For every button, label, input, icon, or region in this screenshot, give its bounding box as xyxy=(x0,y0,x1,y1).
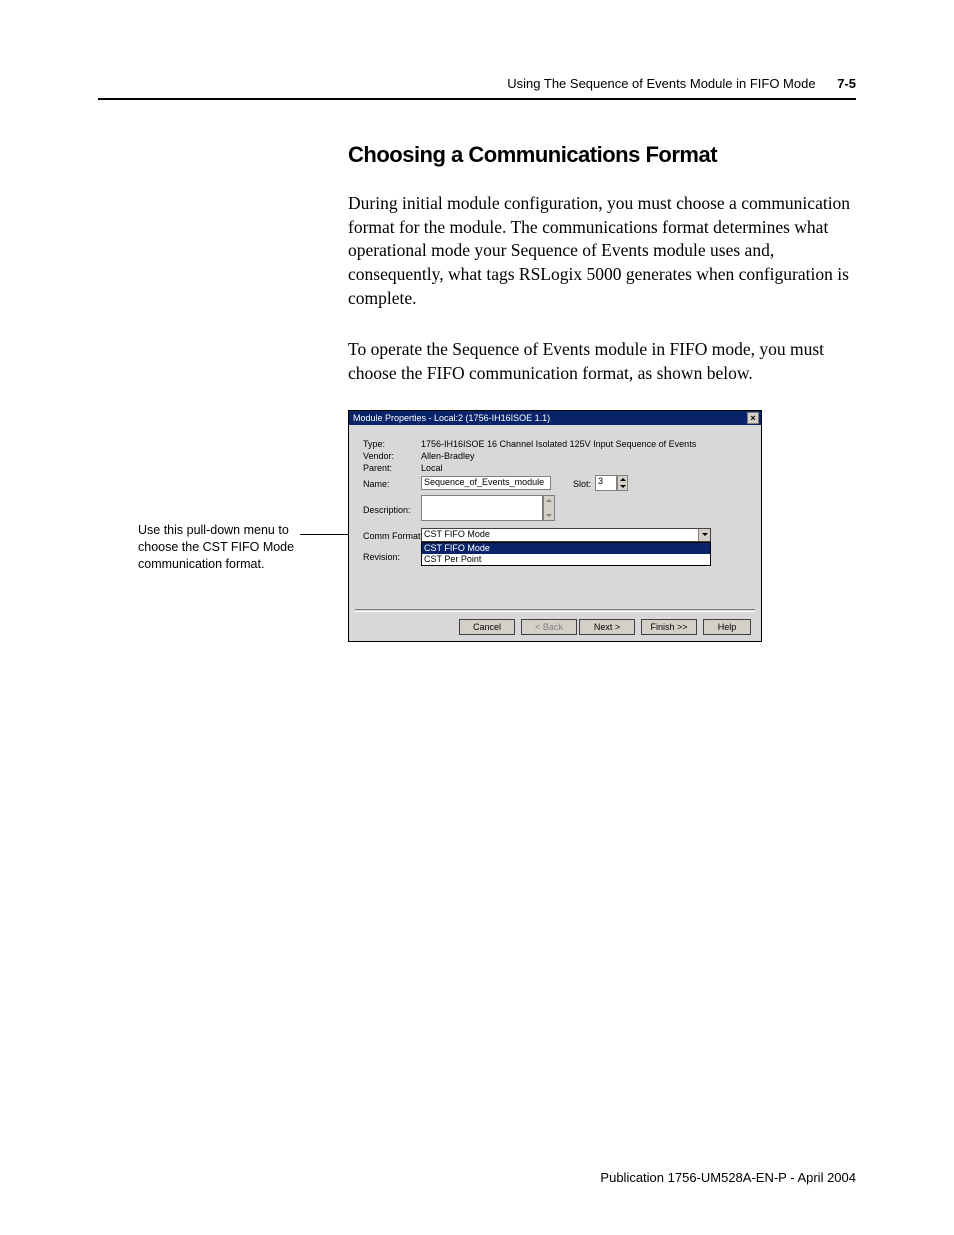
comm-option-cst-fifo[interactable]: CST FIFO Mode xyxy=(422,543,710,554)
chapter-title: Using The Sequence of Events Module in F… xyxy=(507,76,815,91)
dialog-separator xyxy=(355,609,755,612)
comm-format-value: CST FIFO Mode xyxy=(424,529,490,539)
slot-value: 3 xyxy=(598,476,603,486)
slot-label: Slot: xyxy=(573,479,591,489)
next-label: Next > xyxy=(594,622,620,632)
slot-spinner[interactable] xyxy=(617,475,628,491)
publication-footer: Publication 1756-UM528A-EN-P - April 200… xyxy=(600,1170,856,1185)
page-header: Using The Sequence of Events Module in F… xyxy=(507,76,856,91)
body-paragraph-2: To operate the Sequence of Events module… xyxy=(348,338,858,385)
finish-label: Finish >> xyxy=(650,622,687,632)
name-value: Sequence_of_Events_module xyxy=(424,477,544,487)
finish-button[interactable]: Finish >> xyxy=(641,619,697,635)
help-label: Help xyxy=(718,622,737,632)
type-value: 1756-IH16ISOE 16 Channel Isolated 125V I… xyxy=(421,439,696,449)
next-button[interactable]: Next > xyxy=(579,619,635,635)
cancel-label: Cancel xyxy=(473,622,501,632)
chevron-down-icon xyxy=(698,529,710,541)
dialog-titlebar: Module Properties - Local:2 (1756-IH16IS… xyxy=(349,411,761,425)
name-label: Name: xyxy=(363,479,390,489)
type-label: Type: xyxy=(363,439,385,449)
module-properties-dialog: Module Properties - Local:2 (1756-IH16IS… xyxy=(348,410,762,642)
description-scrollbar[interactable] xyxy=(543,495,555,521)
back-label: < Back xyxy=(535,622,563,632)
vendor-label: Vendor: xyxy=(363,451,394,461)
slot-input[interactable]: 3 xyxy=(595,475,617,491)
back-button[interactable]: < Back xyxy=(521,619,577,635)
close-button[interactable]: × xyxy=(747,412,759,424)
section-heading: Choosing a Communications Format xyxy=(348,142,717,168)
comm-format-option-list[interactable]: CST FIFO Mode CST Per Point xyxy=(421,542,711,566)
vendor-value: Allen-Bradley xyxy=(421,451,475,461)
comm-format-dropdown[interactable]: CST FIFO Mode xyxy=(421,528,711,542)
close-icon: × xyxy=(750,413,755,423)
parent-value: Local xyxy=(421,463,443,473)
comm-option-cst-per-point[interactable]: CST Per Point xyxy=(422,554,710,565)
help-button[interactable]: Help xyxy=(703,619,751,635)
cancel-button[interactable]: Cancel xyxy=(459,619,515,635)
dialog-title: Module Properties - Local:2 (1756-IH16IS… xyxy=(353,413,550,423)
description-input[interactable] xyxy=(421,495,543,521)
callout-text: Use this pull-down menu to choose the CS… xyxy=(138,522,298,573)
parent-label: Parent: xyxy=(363,463,392,473)
description-label: Description: xyxy=(363,505,411,515)
body-paragraph-1: During initial module configuration, you… xyxy=(348,192,858,310)
comm-format-label: Comm Format: xyxy=(363,531,423,541)
revision-label: Revision: xyxy=(363,552,400,562)
header-rule xyxy=(98,98,856,100)
name-input[interactable]: Sequence_of_Events_module xyxy=(421,476,551,490)
page-number: 7-5 xyxy=(837,76,856,91)
